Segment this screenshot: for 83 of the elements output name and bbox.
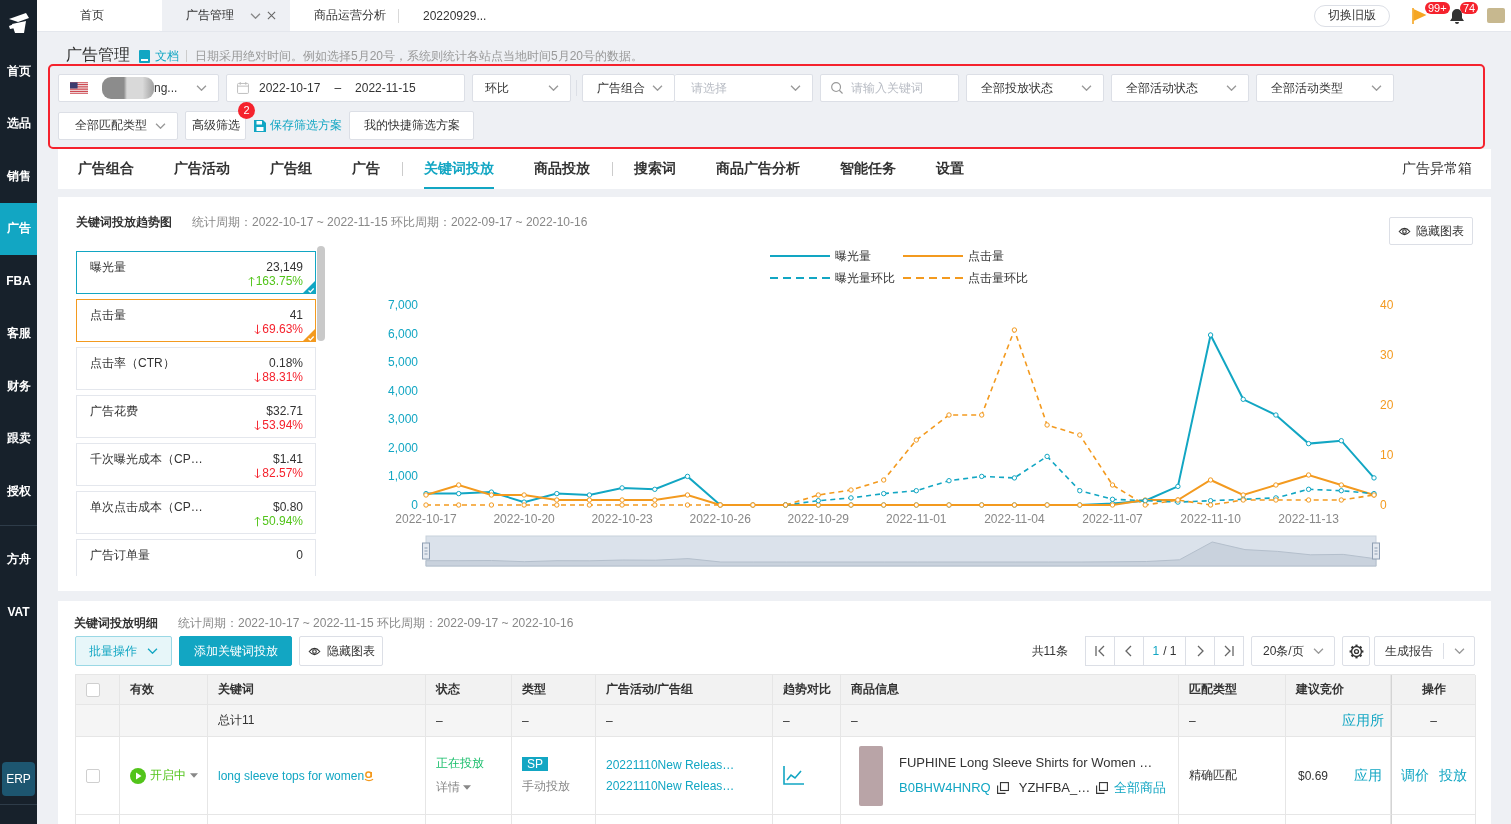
- metric-change: 53.94%: [262, 418, 303, 432]
- column-header: 建议竞价: [1286, 675, 1391, 705]
- sku-text: YZHFBA_…: [1018, 780, 1091, 795]
- axis-label: 4,000: [387, 383, 418, 398]
- table-cell: 精确匹配: [1179, 737, 1286, 815]
- axis-label: 2022-10-20: [493, 512, 555, 526]
- table-cell: –: [426, 705, 512, 737]
- range-separator: –: [334, 81, 342, 95]
- column-header: 状态: [426, 675, 512, 705]
- metric-name: 广告花费: [90, 404, 138, 420]
- page-total: / 1: [1163, 644, 1177, 658]
- legend-label: 曝光量环比: [835, 271, 895, 285]
- metric-name: 点击量: [90, 308, 126, 324]
- axis-label: 2022-11-13: [1278, 512, 1339, 526]
- column-header: 类型: [512, 675, 596, 705]
- axis-label: 1,000: [387, 469, 418, 484]
- legend-label: 点击量环比: [968, 271, 1028, 285]
- legend-label: 曝光量: [835, 249, 871, 263]
- metric-change: 82.57%: [262, 466, 303, 480]
- axis-label: 2022-11-07: [1082, 512, 1143, 526]
- table-cell: –: [841, 705, 1179, 737]
- metric-name: 广告订单量: [90, 548, 150, 564]
- axis-label: 2022-10-17: [395, 512, 457, 526]
- count-badge: 99+: [1425, 1, 1450, 14]
- axis-label: 2022-10-23: [591, 512, 653, 526]
- column-header: 广告活动/广告组: [596, 675, 773, 705]
- axis-label: 2022-11-04: [984, 512, 1045, 526]
- metric-change: 163.75%: [255, 274, 303, 288]
- axis-label: 0: [411, 498, 418, 512]
- axis-label: 40: [1380, 298, 1394, 312]
- column-header: 操作: [1391, 675, 1476, 705]
- count-badge: 74: [1460, 1, 1479, 14]
- axis-label: 10: [1380, 448, 1394, 462]
- total-count: 共11条: [1031, 642, 1068, 660]
- table-cell: –: [1179, 705, 1286, 737]
- axis-label: 2022-10-26: [689, 512, 751, 526]
- column-header: 商品信息: [841, 675, 1179, 705]
- axis-label: 2022-10-29: [787, 512, 849, 526]
- metric-change: 69.63%: [262, 322, 303, 336]
- hint-text: 日期采用绝对时间。例如选择5月20号，系统则统计各站点当地时间5月20号的数据。: [195, 48, 644, 64]
- column-header: 匹配类型: [1179, 675, 1286, 705]
- period-text: 统计周期：2022-10-17 ~ 2022-11-15 环比周期：2022-09-17 ~ 2022-10-16: [192, 215, 588, 229]
- metric-value: 0.18%: [268, 356, 303, 370]
- targeting-text: 手动投放: [522, 777, 570, 795]
- bid-value: $0.69: [1298, 768, 1329, 783]
- metric-name: 千次曝光成本（CP…: [90, 452, 203, 468]
- table-cell: –: [773, 705, 841, 737]
- axis-label: 0: [1380, 498, 1387, 512]
- metric-name: 单次点击成本（CP…: [90, 500, 203, 516]
- section-title: 关键词投放明细: [74, 614, 158, 632]
- type-badge: SP: [522, 756, 548, 771]
- metric-name: 曝光量: [90, 260, 126, 276]
- status-text: 正在投放: [436, 755, 484, 772]
- metric-value: 0: [296, 548, 303, 562]
- column-header: 趋势对比: [773, 675, 841, 705]
- metric-name: 点击率（CTR）: [90, 356, 175, 372]
- table-cell: –: [512, 705, 596, 737]
- table-cell: –: [1391, 705, 1476, 737]
- legend-label: 点击量: [968, 249, 1004, 263]
- axis-label: 2022-11-01: [886, 512, 947, 526]
- axis-label: 5,000: [387, 355, 418, 370]
- count-badge: 2: [238, 102, 255, 119]
- axis-label: 30: [1380, 348, 1394, 362]
- axis-label: 20: [1380, 398, 1394, 412]
- metric-value: 23,149: [266, 260, 303, 274]
- page-title: 广告管理: [66, 46, 130, 64]
- metric-change: 88.31%: [262, 370, 303, 384]
- metric-change: 50.94%: [262, 514, 303, 528]
- metric-value: $0.80: [272, 500, 303, 514]
- axis-label: 2,000: [387, 440, 418, 455]
- axis-label: 6,000: [387, 326, 418, 341]
- metric-value: 41: [289, 308, 303, 322]
- axis-label: 2022-11-10: [1180, 512, 1241, 526]
- column-header: 关键词: [208, 675, 426, 705]
- section-title: 关键词投放趋势图: [76, 215, 172, 229]
- table-cell: 总计11: [208, 705, 426, 737]
- metric-value: $32.71: [266, 404, 303, 418]
- column-header: 有效: [120, 675, 208, 705]
- metric-value: $1.41: [272, 452, 303, 466]
- axis-label: 3,000: [387, 412, 418, 427]
- table-cell: –: [596, 705, 773, 737]
- period-text: 统计周期：2022-10-17 ~ 2022-11-15 环比周期：2022-09-17 ~ 2022-10-16: [178, 614, 574, 632]
- axis-label: 7,000: [387, 298, 418, 312]
